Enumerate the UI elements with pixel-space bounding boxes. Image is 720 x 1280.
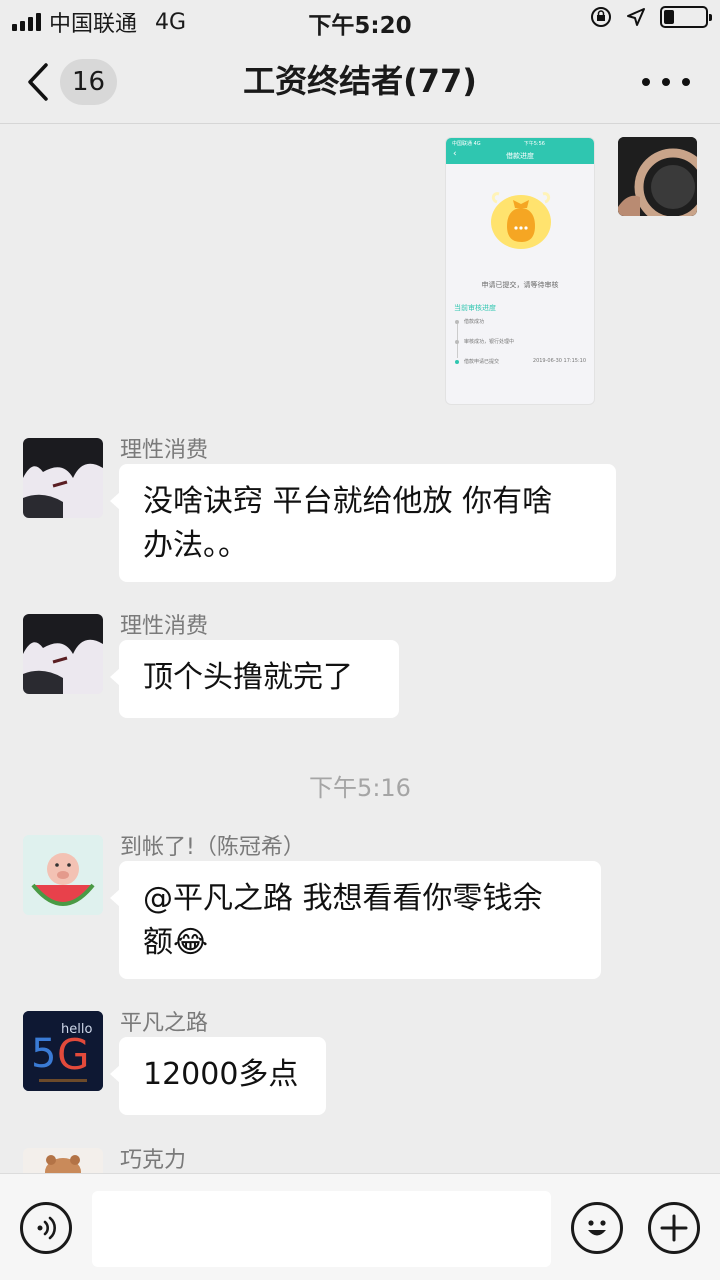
- sender-name: 巧克力: [120, 1148, 187, 1173]
- status-bar: 中国联通 4G 下午5:20: [0, 0, 720, 40]
- shot-progress-title: 当前审核进度: [454, 304, 496, 312]
- chat-title: 工资终结者(77): [243, 62, 477, 100]
- more-options-button[interactable]: [642, 70, 690, 94]
- sender-name: 到帐了!（陈冠希）: [120, 835, 305, 860]
- message-text: 没啥诀窍 平台就给他放 你有啥: [143, 484, 553, 519]
- time-divider: 下午5:16: [309, 774, 411, 802]
- sender-name: 理性消费: [120, 614, 209, 639]
- shot-page-title: 借款进度: [506, 152, 534, 160]
- message-bubble[interactable]: 12000多点: [110, 1037, 326, 1115]
- sender-name: 平凡之路: [120, 1011, 209, 1036]
- bear-avatar-icon: [23, 1148, 103, 1173]
- more-dot-icon: [642, 78, 650, 86]
- more-dot-icon: [682, 78, 690, 86]
- shot-step: 借款申请已提交 2019-06-30 17:15:10: [454, 358, 586, 378]
- shot-step: 借款成功: [454, 318, 586, 338]
- rotation-lock-icon: [591, 7, 611, 27]
- pig-watermelon-avatar-icon: [23, 835, 103, 915]
- location-icon: [627, 8, 645, 26]
- sender-avatar[interactable]: 5 G hello: [23, 1011, 103, 1091]
- anime-avatar-icon: [23, 438, 103, 518]
- sender-avatar[interactable]: [23, 1148, 103, 1173]
- svg-text:5: 5: [31, 1031, 56, 1077]
- sender-name: 理性消费: [120, 438, 209, 463]
- more-actions-button[interactable]: [648, 1202, 700, 1254]
- 5g-hello-avatar-icon: 5 G hello: [23, 1011, 103, 1091]
- battery-icon: [660, 6, 712, 28]
- shot-status-left: 中国联通 4G: [452, 141, 481, 147]
- message-bubble[interactable]: @平凡之路 我想看看你零钱余 额😂: [110, 861, 601, 979]
- shot-step: 审核成功，银行处理中: [454, 338, 586, 358]
- shot-status-time: 下午5:56: [523, 141, 545, 147]
- sender-avatar[interactable]: [23, 614, 103, 694]
- message-text: 顶个头撸就完了: [143, 660, 353, 695]
- message-input[interactable]: [92, 1191, 551, 1267]
- voice-input-button[interactable]: [20, 1202, 72, 1254]
- shot-steps: 借款成功 审核成功，银行处理中 借款申请已提交 2019-06-30 17:15:…: [454, 318, 586, 378]
- smiley-icon: [588, 1220, 606, 1236]
- voice-icon: [37, 1216, 56, 1240]
- my-avatar[interactable]: [618, 137, 697, 216]
- anime-avatar-icon: [23, 614, 103, 694]
- message-text: 12000多点: [143, 1057, 299, 1092]
- plus-icon: [660, 1214, 688, 1242]
- chat-header: 16 工资终结者(77): [0, 40, 720, 124]
- message-text: 办法。。: [143, 528, 248, 563]
- more-dot-icon: [662, 78, 670, 86]
- svg-text:hello: hello: [61, 1022, 92, 1037]
- message-text: 额😂: [143, 925, 209, 960]
- sender-avatar[interactable]: [23, 438, 103, 518]
- svg-text:G: G: [57, 1030, 90, 1079]
- sent-screenshot-image[interactable]: 中国联通 4G 下午5:56 ‹ 借款进度 申请已提交，请等待审核 当前审核进度 …: [445, 137, 595, 405]
- message-bubble[interactable]: 没啥诀窍 平台就给他放 你有啥 办法。。: [110, 464, 616, 582]
- shot-notice: 申请已提交，请等待审核: [481, 281, 559, 289]
- money-bag-illustration: [491, 192, 551, 249]
- sender-avatar[interactable]: [23, 835, 103, 915]
- message-bubble[interactable]: 顶个头撸就完了: [110, 640, 399, 718]
- emoji-button[interactable]: [571, 1202, 623, 1254]
- chat-input-bar: [0, 1173, 720, 1280]
- car-interior-avatar-icon: [618, 137, 697, 216]
- message-text: @平凡之路 我想看看你零钱余: [143, 881, 543, 916]
